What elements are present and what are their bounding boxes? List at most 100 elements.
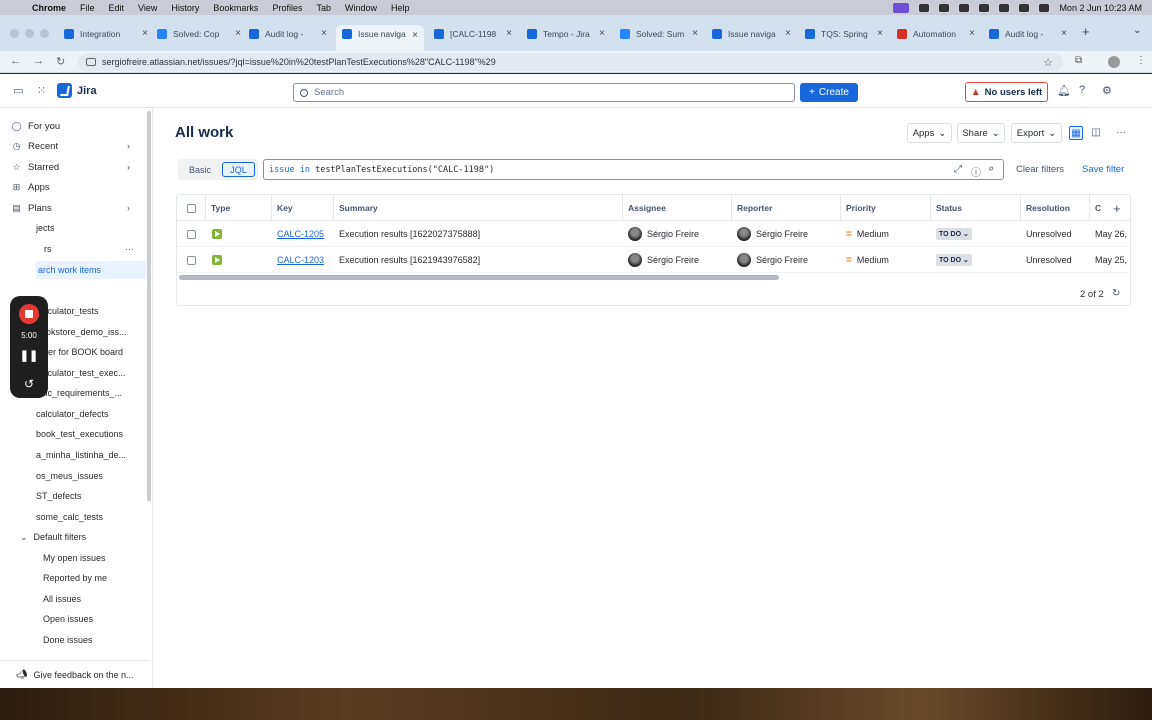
menu-profiles[interactable]: Profiles <box>272 3 302 13</box>
address-bar[interactable]: sergiofreire.atlassian.net/issues/?jql=i… <box>78 53 1063 71</box>
menu-help[interactable]: Help <box>391 3 410 13</box>
priority-cell[interactable]: = Medium <box>841 247 931 273</box>
status-icon[interactable] <box>919 3 930 12</box>
close-tab-icon[interactable]: × <box>599 28 605 39</box>
close-tab-icon[interactable]: × <box>877 28 883 39</box>
status-badge[interactable]: TO DO ⌄ <box>936 254 972 266</box>
bookmark-star-icon[interactable]: ☆ <box>1043 56 1053 69</box>
notifications-bell-icon[interactable]: 🔔︎ <box>1057 84 1071 97</box>
clock[interactable]: Mon 2 Jun 10:23 AM <box>1059 3 1142 13</box>
pause-icon[interactable]: ❚❚ <box>10 349 48 362</box>
detail-view-icon[interactable]: ◫ <box>1089 126 1103 140</box>
battery-icon[interactable] <box>999 3 1010 12</box>
table-row[interactable]: CALC-1205 Execution results [16220273758… <box>177 221 1130 247</box>
help-icon[interactable]: ? <box>1079 84 1085 96</box>
refresh-icon[interactable]: ↻ <box>1112 288 1120 299</box>
apps-dropdown-button[interactable]: Apps ⌄ <box>907 123 952 143</box>
status-cell[interactable]: TO DO ⌄ <box>931 221 1021 247</box>
browser-tab[interactable]: Tempo - Jira × <box>527 25 605 42</box>
more-icon[interactable]: ··· <box>125 244 134 254</box>
table-row[interactable]: CALC-1203 Execution results [16219439765… <box>177 247 1130 273</box>
browser-tab[interactable]: Solved: Sum × <box>620 25 698 42</box>
browser-tab[interactable]: Integration × <box>64 25 148 42</box>
wifi-icon[interactable] <box>1019 3 1030 12</box>
sidebar-item-apps[interactable]: ⊞ Apps <box>10 178 138 196</box>
issue-key-link[interactable]: CALC-1205 <box>277 229 324 239</box>
volume-icon[interactable] <box>979 3 990 12</box>
menu-file[interactable]: File <box>80 3 95 13</box>
jql-query-input[interactable]: issue in testPlanTestExecutions("CALC-11… <box>263 159 1004 180</box>
back-icon[interactable]: ← <box>10 55 21 67</box>
column-header-priority[interactable]: Priority <box>841 195 931 221</box>
browser-tab[interactable]: TQS: Spring × <box>805 25 883 42</box>
browser-menu-icon[interactable]: ⋮ <box>1136 55 1146 66</box>
assignee-cell[interactable]: Sérgio Freire <box>623 247 732 273</box>
issue-key-link[interactable]: CALC-1203 <box>277 255 324 265</box>
row-checkbox[interactable] <box>187 229 196 239</box>
close-tab-icon[interactable]: × <box>692 28 698 39</box>
reload-icon[interactable]: ↻ <box>56 55 65 68</box>
assignee-cell[interactable]: Sérgio Freire <box>623 221 732 247</box>
column-header-key[interactable]: Key <box>272 195 334 221</box>
new-tab-icon[interactable]: + <box>1082 24 1090 39</box>
cloud-icon[interactable] <box>959 3 970 12</box>
sidebar-item-filters[interactable]: rs ··· <box>44 240 134 258</box>
close-tab-icon[interactable]: × <box>785 28 791 39</box>
browser-tab-active[interactable]: Issue naviga × <box>336 25 424 51</box>
jql-mode-button[interactable]: JQL <box>222 162 255 177</box>
filter-item[interactable]: os_meus_issues <box>36 467 146 485</box>
default-filter-item[interactable]: Done issues <box>43 631 153 649</box>
browser-tab[interactable]: Audit log - × <box>989 25 1067 42</box>
search-icon[interactable] <box>1039 3 1050 12</box>
summary-cell[interactable]: Execution results [1622027375888] <box>334 221 623 247</box>
column-header-assignee[interactable]: Assignee <box>623 195 732 221</box>
restart-icon[interactable]: ↺ <box>10 377 48 391</box>
clear-filters-button[interactable]: Clear filters <box>1016 164 1064 175</box>
filter-item[interactable]: calc_requirements_... <box>36 384 146 402</box>
default-filter-item[interactable]: All issues <box>43 590 153 608</box>
default-filter-item[interactable]: Reported by me <box>43 569 153 587</box>
close-tab-icon[interactable]: × <box>969 28 975 39</box>
search-icon[interactable]: ⌕ <box>988 164 994 175</box>
menu-bookmarks[interactable]: Bookmarks <box>213 3 258 13</box>
filter-item[interactable]: book_test_executions <box>36 425 146 443</box>
export-dropdown-button[interactable]: Export ⌄ <box>1011 123 1062 143</box>
priority-cell[interactable]: = Medium <box>841 221 931 247</box>
sidebar-item-recent[interactable]: ◷ Recent › <box>10 137 138 155</box>
sidebar-item-projects[interactable]: jects <box>36 219 146 237</box>
column-header-created[interactable]: C <box>1090 195 1108 221</box>
close-tab-icon[interactable]: × <box>142 28 148 39</box>
column-header-status[interactable]: Status <box>931 195 1021 221</box>
column-header-resolution[interactable]: Resolution <box>1021 195 1090 221</box>
close-tab-icon[interactable]: × <box>321 28 327 39</box>
site-settings-icon[interactable] <box>86 58 96 66</box>
reporter-cell[interactable]: Sérgio Freire <box>732 247 841 273</box>
settings-gear-icon[interactable]: ⚙ <box>1102 84 1112 97</box>
basic-mode-button[interactable]: Basic <box>182 162 218 177</box>
select-all-checkbox[interactable] <box>186 203 196 213</box>
summary-cell[interactable]: Execution results [1621943976582] <box>334 247 623 273</box>
browser-tab[interactable]: [CALC-1198 × <box>434 25 512 42</box>
extensions-icon[interactable]: ⧉ <box>1075 55 1082 66</box>
list-view-icon[interactable]: ▦ <box>1069 126 1083 140</box>
sidebar-item-starred[interactable]: ☆ Starred › <box>10 158 138 176</box>
menu-edit[interactable]: Edit <box>109 3 125 13</box>
share-dropdown-button[interactable]: Share ⌄ <box>957 123 1005 143</box>
menu-view[interactable]: View <box>138 3 157 13</box>
screen-record-icon[interactable] <box>893 2 910 13</box>
profile-avatar-icon[interactable] <box>1108 56 1120 68</box>
close-tab-icon[interactable]: × <box>412 30 418 41</box>
status-badge[interactable]: TO DO ⌄ <box>936 228 972 240</box>
add-column-icon[interactable]: + <box>1108 195 1130 221</box>
column-header-type[interactable]: Type <box>206 195 272 221</box>
close-window-button[interactable] <box>10 29 19 38</box>
sidebar-item-for-you[interactable]: ◯ For you <box>10 117 138 135</box>
expand-icon[interactable]: ⤢ <box>954 164 962 175</box>
minimize-window-button[interactable] <box>25 29 34 38</box>
save-filter-button[interactable]: Save filter <box>1082 164 1124 175</box>
filter-item[interactable]: a_minha_listinha_de... <box>36 446 146 464</box>
filter-item[interactable]: calculator_defects <box>36 405 146 423</box>
close-tab-icon[interactable]: × <box>235 28 241 39</box>
filter-item[interactable]: calculator_tests <box>36 302 146 320</box>
browser-tab[interactable]: Solved: Cop × <box>157 25 241 42</box>
